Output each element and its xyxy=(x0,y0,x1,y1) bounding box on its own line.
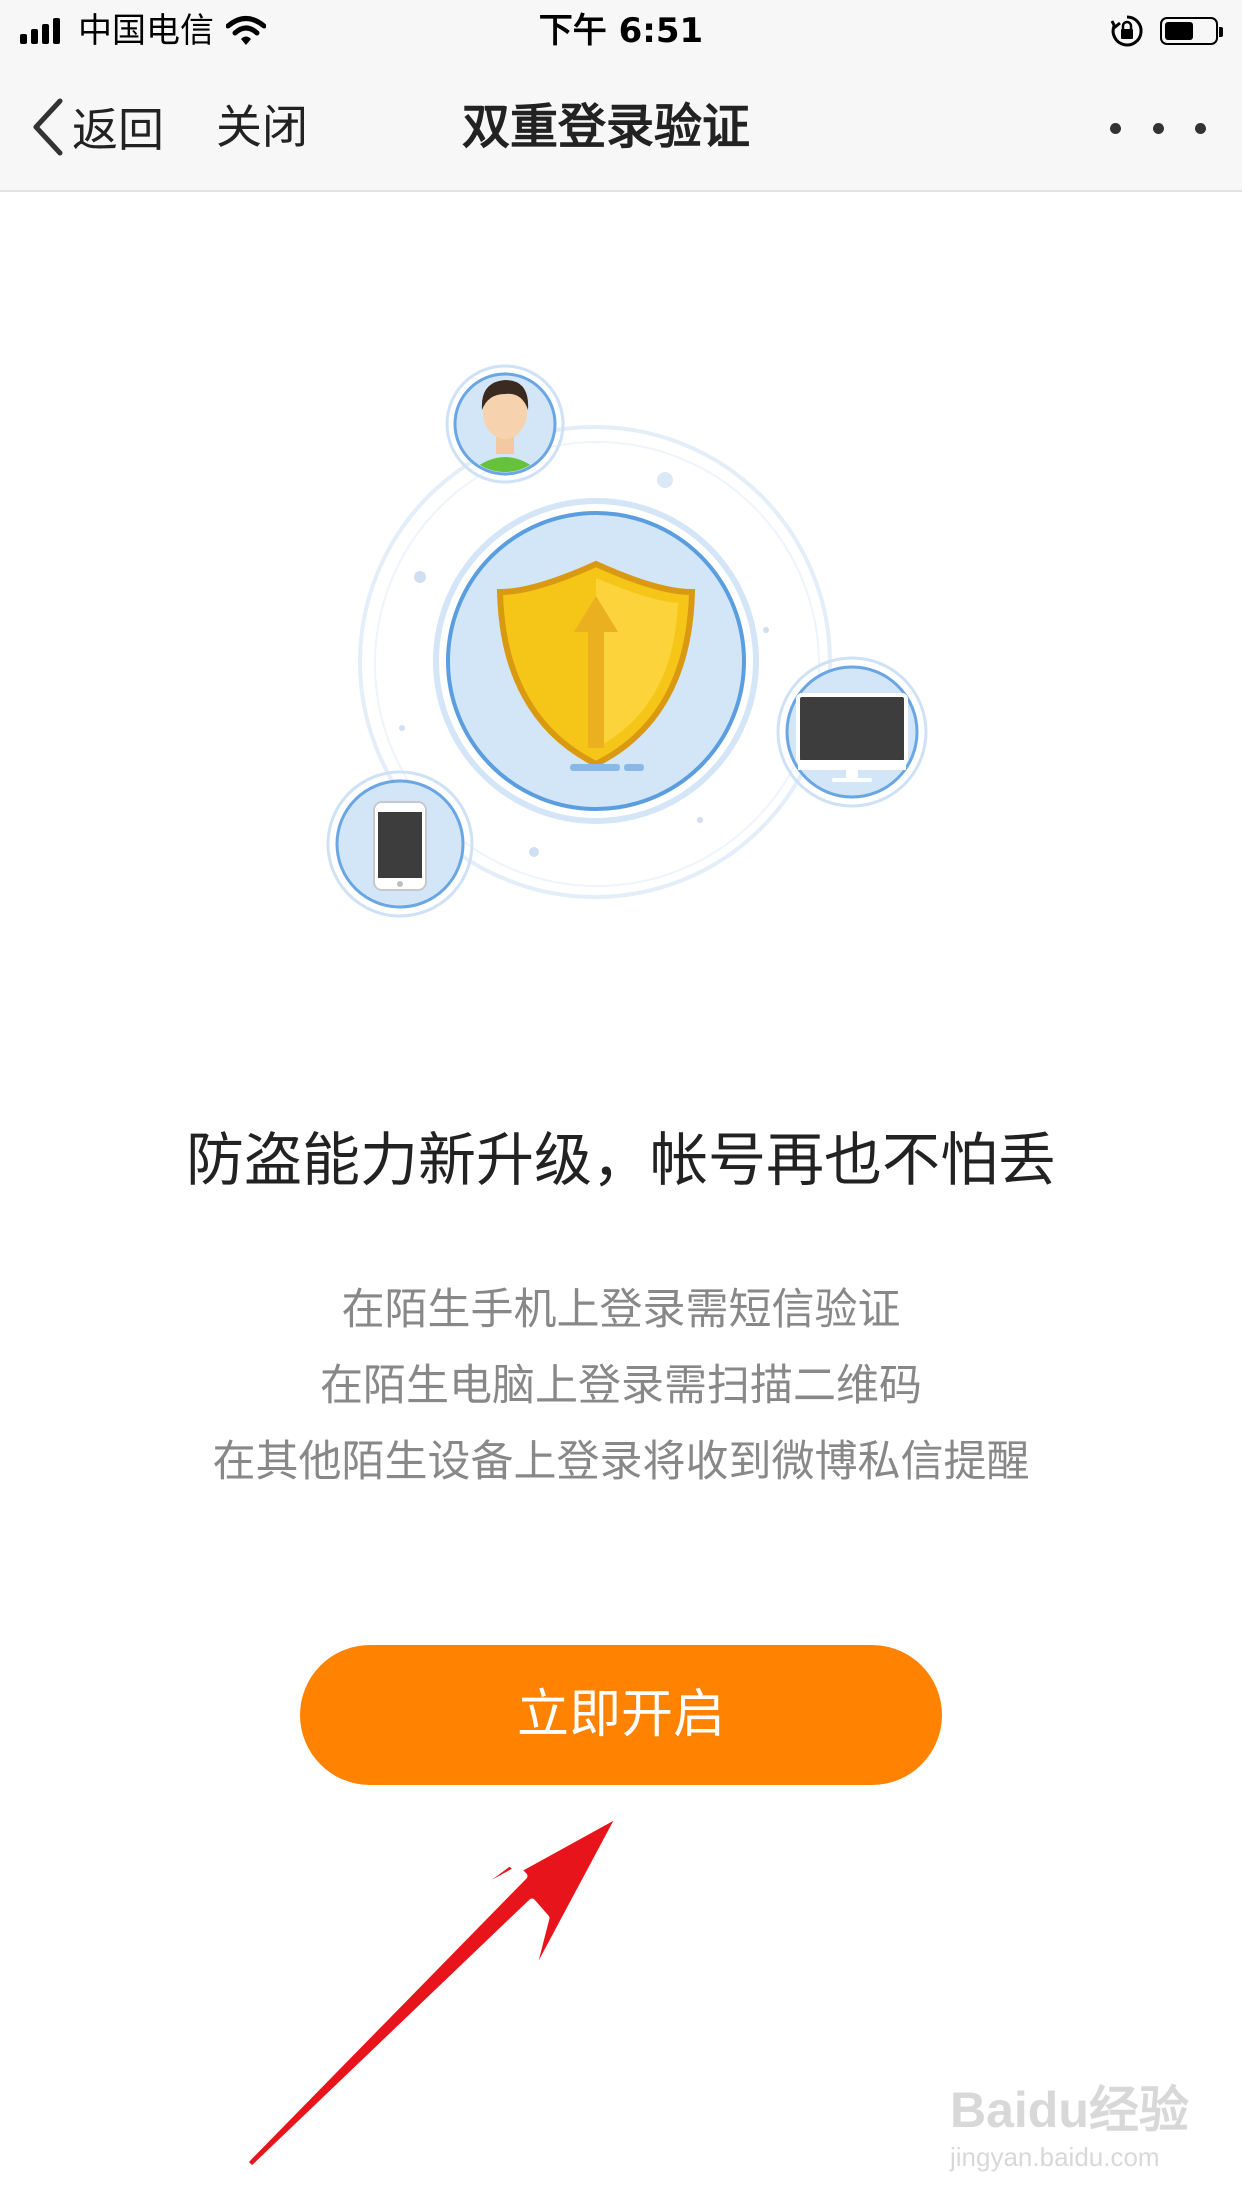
nav-bar: 返回 关闭 双重登录验证 xyxy=(0,62,1242,192)
more-icon[interactable] xyxy=(1110,118,1206,138)
status-right xyxy=(1110,12,1223,50)
description-line: 在陌生电脑上登录需扫描二维码 xyxy=(320,1361,922,1411)
enable-button[interactable]: 立即开启 xyxy=(300,1645,942,1785)
status-time: 下午 6:51 xyxy=(538,11,704,51)
page-title: 双重登录验证 xyxy=(461,99,750,155)
rotation-lock-icon xyxy=(1110,15,1143,47)
battery-icon xyxy=(1160,17,1223,45)
user-avatar-icon xyxy=(445,364,565,484)
status-bar: 中国电信 下午 6:51 xyxy=(0,0,1242,62)
page: 中国电信 下午 6:51 返回 关闭 双重登录验证 防盗能力新升级，帐号再也不怕… xyxy=(0,0,1242,2208)
watermark-brand: Baidu经验 xyxy=(950,2082,1189,2138)
headline: 防盗能力新升级，帐号再也不怕丢 xyxy=(185,1126,1056,1194)
smartphone-icon xyxy=(326,770,474,918)
shield-badge xyxy=(433,498,759,824)
description-line: 在陌生手机上登录需短信验证 xyxy=(341,1285,901,1335)
desktop-monitor-icon xyxy=(776,656,928,808)
watermark: Baidu经验 jingyan.baidu.com xyxy=(950,2080,1190,2190)
security-illustration xyxy=(326,364,928,918)
description-line: 在其他陌生设备上登录将收到微博私信提醒 xyxy=(212,1437,1030,1487)
watermark-url: jingyan.baidu.com xyxy=(950,2142,1160,2172)
